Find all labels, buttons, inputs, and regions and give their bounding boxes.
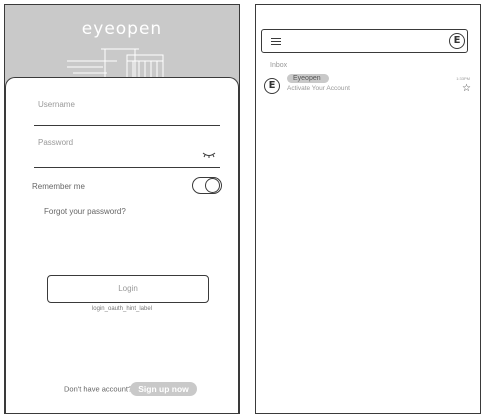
signup-button[interactable]: Sign up now [130,382,197,396]
remember-me-label: Remember me [32,182,85,191]
brand-logo: eyeopen [81,19,163,39]
hamburger-menu-icon[interactable] [271,38,281,45]
inbox-screen: E Inbox E Eyeopen Activate Your Account … [255,4,481,414]
signup-row: Don't have account? Sign up now [64,382,197,396]
search-bar[interactable]: E [261,29,468,53]
username-label: Username [38,100,75,109]
login-screen: eyeopen Username Password Remember me Fo… [4,4,240,414]
password-label: Password [38,138,74,147]
forgot-password-link[interactable]: Forgot your password? [44,207,126,216]
account-avatar[interactable]: E [449,33,465,49]
toggle-knob [205,178,220,193]
mail-time: 1:33PM [456,76,470,81]
password-field[interactable] [34,167,220,168]
login-form: Username Password Remember me Forgot you… [5,77,239,413]
signup-prompt: Don't have account? [64,384,133,394]
eye-closed-icon[interactable] [202,150,216,160]
sender-name: Eyeopen [287,74,329,83]
star-outline-icon[interactable]: ☆ [462,84,471,94]
login-button[interactable]: Login [47,275,209,303]
mail-subject: Activate Your Account [287,85,350,92]
remember-me-toggle[interactable] [192,177,222,194]
oauth-hint-label: login_oauth_hint_label [91,306,153,312]
mail-list-item[interactable]: E Eyeopen Activate Your Account 1:33PM ☆ [261,73,473,99]
username-field[interactable] [34,125,220,126]
sender-avatar: E [264,78,280,94]
inbox-heading: Inbox [270,62,288,69]
house-icon [67,48,177,80]
